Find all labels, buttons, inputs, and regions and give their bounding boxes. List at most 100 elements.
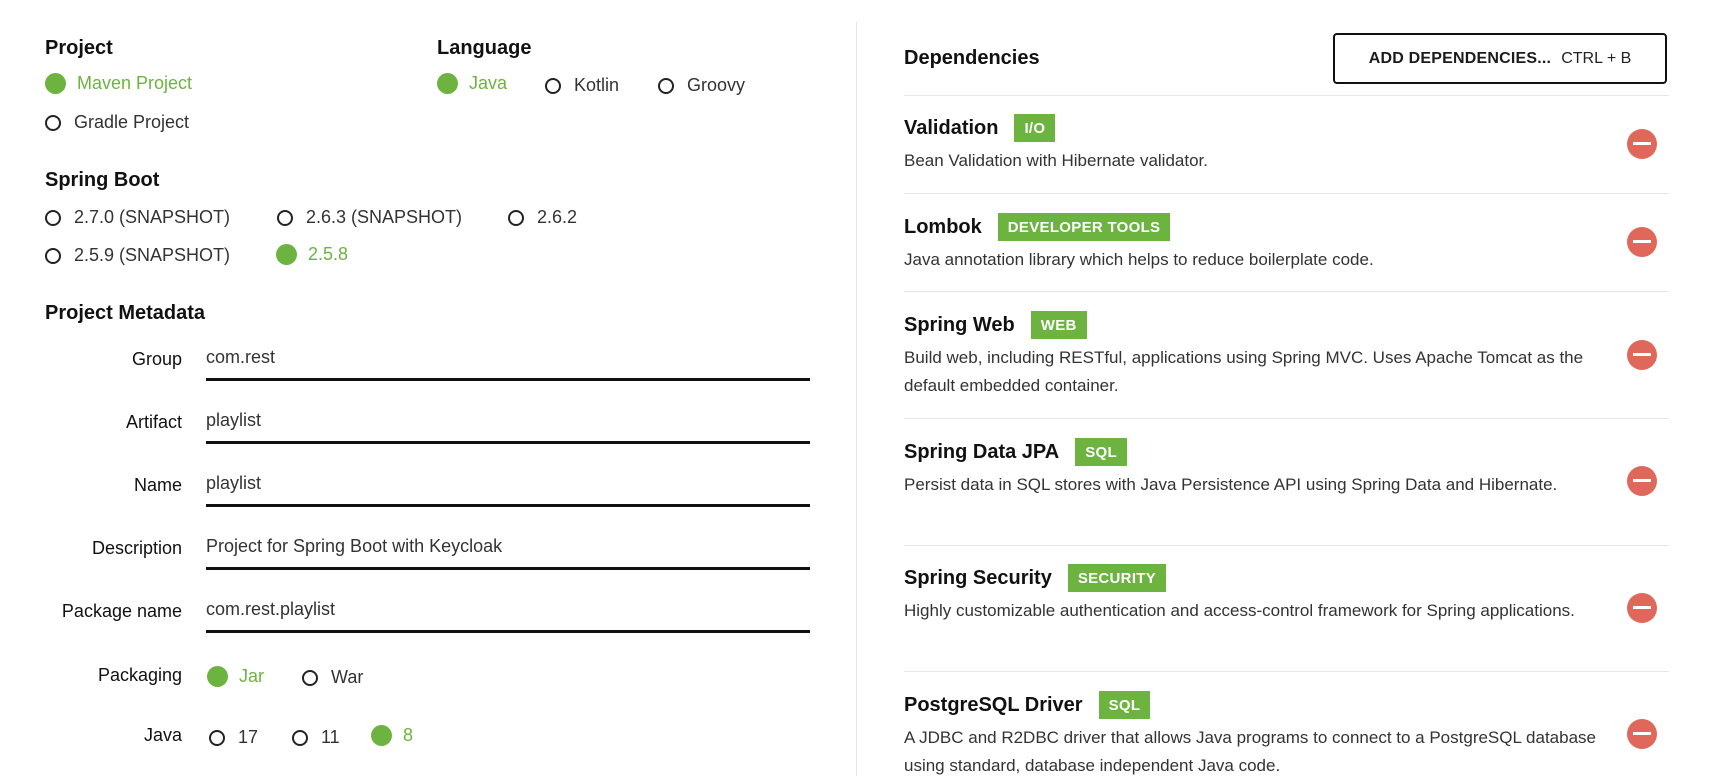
radio-empty-icon [508, 209, 524, 226]
radio-boot-2-7-0[interactable]: 2.7.0 (SNAPSHOT) [45, 207, 230, 228]
artifact-input[interactable]: playlist [206, 404, 810, 444]
group-input[interactable]: com.rest [206, 341, 810, 381]
radio-label: Gradle Project [74, 112, 190, 132]
dependency-divider [904, 545, 1669, 546]
radio-label: Groovy [687, 75, 746, 95]
dependency-divider [904, 671, 1669, 672]
metadata-title: Project Metadata [45, 302, 206, 324]
radio-empty-icon [45, 247, 61, 264]
column-divider [856, 22, 857, 776]
radio-java-8[interactable]: 8 [371, 725, 413, 746]
radio-groovy[interactable]: Groovy [658, 75, 745, 96]
package-name-label: Package name [61, 601, 182, 621]
radio-java-11[interactable]: 11 [292, 727, 340, 748]
radio-selected-icon [437, 73, 458, 94]
radio-empty-icon [292, 729, 308, 746]
radio-gradle-project[interactable]: Gradle Project [45, 112, 189, 133]
dependency-name: Lombok [904, 215, 982, 238]
project-title: Project [45, 37, 113, 59]
radio-empty-icon [302, 669, 318, 686]
dependency-item-spring-security: Spring Security SECURITY Highly customiz… [904, 563, 1669, 625]
dependency-name: Spring Web [904, 313, 1015, 336]
radio-boot-2-5-9[interactable]: 2.5.9 (SNAPSHOT) [45, 245, 230, 266]
dependency-tag: DEVELOPER TOOLS [997, 213, 1171, 241]
java-label: Java [143, 725, 182, 745]
dependency-item-validation: Validation I/O Bean Validation with Hibe… [904, 113, 1669, 175]
dependency-name: PostgreSQL Driver [904, 693, 1083, 716]
language-title: Language [437, 37, 532, 59]
radio-selected-icon [45, 73, 66, 94]
shortcut-hint: CTRL + B [1561, 49, 1632, 67]
radio-label: Jar [239, 666, 265, 686]
dependency-name: Spring Security [904, 566, 1052, 589]
spring-boot-title: Spring Boot [45, 169, 160, 191]
dependency-tag: SQL [1098, 691, 1151, 719]
dependency-description: Highly customizable authentication and a… [904, 601, 1575, 620]
dependency-name: Validation [904, 116, 999, 139]
artifact-label: Artifact [125, 412, 182, 432]
dependency-name: Spring Data JPA [904, 440, 1060, 463]
radio-selected-icon [276, 244, 297, 265]
radio-boot-2-6-3[interactable]: 2.6.3 (SNAPSHOT) [277, 207, 462, 228]
radio-empty-icon [45, 114, 61, 131]
radio-kotlin[interactable]: Kotlin [545, 75, 619, 96]
dependencies-title: Dependencies [904, 47, 1040, 69]
package-name-input[interactable]: com.rest.playlist [206, 593, 810, 633]
dependency-item-spring-web: Spring Web WEB Build web, including REST… [904, 310, 1669, 400]
dependency-divider [904, 291, 1669, 292]
radio-label: War [331, 667, 364, 687]
description-label: Description [91, 538, 182, 558]
dependency-description: Java annotation library which helps to r… [904, 250, 1374, 269]
add-dependencies-label: ADD DEPENDENCIES... [1368, 49, 1552, 67]
radio-label: 11 [321, 727, 340, 747]
radio-label: Kotlin [574, 75, 620, 95]
remove-icon[interactable] [1627, 129, 1657, 159]
remove-icon[interactable] [1627, 719, 1657, 749]
radio-empty-icon [545, 77, 561, 94]
radio-label: Maven Project [77, 73, 193, 93]
remove-icon[interactable] [1627, 466, 1657, 496]
add-dependencies-button[interactable]: ADD DEPENDENCIES... CTRL + B [1333, 33, 1667, 84]
packaging-label: Packaging [97, 665, 182, 685]
dependency-tag: SQL [1075, 438, 1127, 466]
dependency-divider [904, 418, 1669, 419]
remove-icon[interactable] [1627, 340, 1657, 370]
radio-java-17[interactable]: 17 [209, 727, 258, 748]
radio-selected-icon [207, 666, 228, 687]
radio-empty-icon [277, 209, 293, 226]
radio-label: 2.7.0 (SNAPSHOT) [74, 207, 231, 227]
dependency-divider [904, 193, 1669, 194]
radio-boot-2-5-8[interactable]: 2.5.8 [276, 244, 348, 265]
dependency-item-postgresql-driver: PostgreSQL Driver SQL A JDBC and R2DBC d… [904, 690, 1669, 780]
radio-maven-project[interactable]: Maven Project [45, 73, 192, 94]
radio-boot-2-6-2[interactable]: 2.6.2 [508, 207, 577, 228]
dependency-description: Build web, including RESTful, applicatio… [904, 348, 1584, 395]
radio-empty-icon [658, 77, 674, 94]
dependency-tag: I/O [1014, 114, 1056, 142]
radio-label: 2.5.9 (SNAPSHOT) [74, 245, 231, 265]
dependency-tag: SECURITY [1067, 564, 1167, 592]
name-label: Name [133, 475, 182, 495]
dependency-description: Persist data in SQL stores with Java Per… [904, 475, 1558, 494]
radio-label: 2.6.3 (SNAPSHOT) [306, 207, 463, 227]
name-input[interactable]: playlist [206, 467, 810, 507]
dependency-description: Bean Validation with Hibernate validator… [904, 151, 1208, 170]
remove-icon[interactable] [1627, 593, 1657, 623]
description-input[interactable]: Project for Spring Boot with Keycloak [206, 530, 810, 570]
radio-java[interactable]: Java [437, 73, 507, 94]
radio-jar[interactable]: Jar [207, 666, 264, 687]
radio-label: Java [469, 73, 508, 93]
radio-empty-icon [209, 729, 225, 746]
radio-label: 2.5.8 [308, 244, 349, 264]
dependency-tag: WEB [1030, 311, 1087, 339]
radio-label: 8 [403, 725, 414, 745]
group-label: Group [131, 349, 182, 369]
radio-label: 2.6.2 [537, 207, 578, 227]
radio-empty-icon [45, 209, 61, 226]
radio-war[interactable]: War [302, 667, 363, 688]
radio-label: 17 [238, 727, 259, 747]
radio-selected-icon [371, 725, 392, 746]
dependency-item-lombok: Lombok DEVELOPER TOOLS Java annotation l… [904, 212, 1669, 274]
remove-icon[interactable] [1627, 227, 1657, 257]
dependency-description: A JDBC and R2DBC driver that allows Java… [904, 728, 1596, 775]
